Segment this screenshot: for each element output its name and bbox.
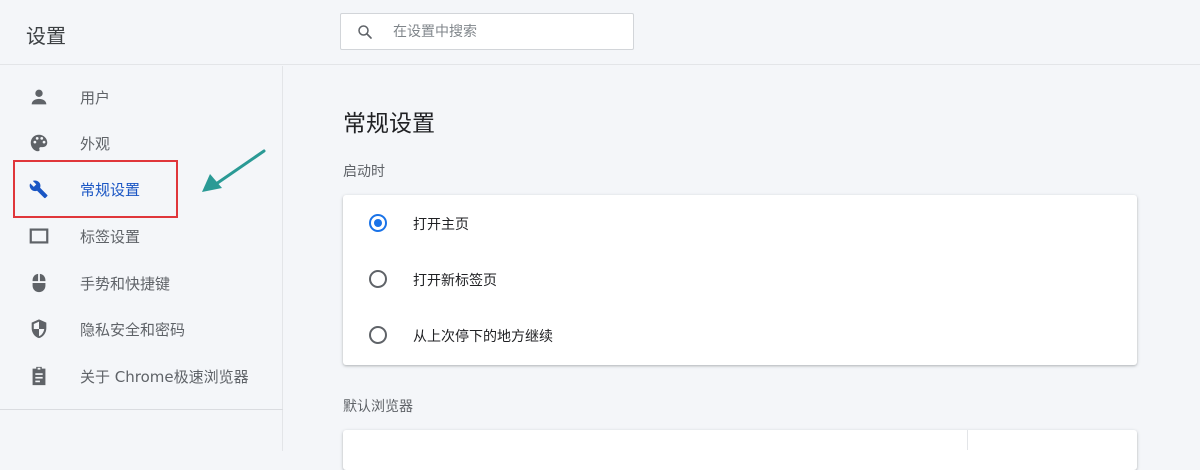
sidebar-item-appearance[interactable]: 外观	[0, 120, 283, 164]
startup-option-new-tab[interactable]: 打开新标签页	[343, 251, 1137, 307]
palette-icon	[30, 134, 48, 152]
wrench-icon	[29, 180, 48, 199]
radio-button[interactable]	[369, 326, 387, 344]
sidebar-item-about[interactable]: 关于 Chrome极速浏览器	[0, 353, 283, 397]
sidebar: 用户 外观 常规设置 标签设置 手势和快捷键 隐私安全和密码 关于 Chrome…	[0, 66, 283, 451]
section-title: 常规设置	[343, 111, 435, 137]
startup-option-homepage[interactable]: 打开主页	[343, 195, 1137, 251]
sidebar-item-label: 外观	[80, 135, 111, 153]
sidebar-item-label: 常规设置	[80, 181, 141, 199]
radio-label: 从上次停下的地方继续	[413, 329, 553, 345]
default-browser-card	[343, 430, 1137, 470]
sidebar-item-label: 隐私安全和密码	[80, 321, 186, 339]
sidebar-item-label: 手势和快捷键	[80, 275, 171, 293]
person-icon	[31, 89, 47, 105]
sidebar-item-label: 关于 Chrome极速浏览器	[80, 368, 249, 386]
tab-icon	[29, 228, 49, 244]
sidebar-item-general-settings[interactable]: 常规设置	[0, 166, 283, 210]
radio-label: 打开新标签页	[413, 273, 497, 289]
startup-section-label: 启动时	[343, 164, 385, 180]
sidebar-item-tab-settings[interactable]: 标签设置	[0, 213, 283, 257]
sidebar-divider	[0, 409, 283, 410]
main-content: 常规设置 启动时 打开主页 打开新标签页 从上次停下的地方继续 默认浏览器	[284, 66, 1200, 470]
sidebar-item-label: 用户	[80, 89, 111, 107]
clipboard-icon	[32, 366, 46, 386]
startup-option-continue[interactable]: 从上次停下的地方继续	[343, 307, 1137, 363]
sidebar-item-label: 标签设置	[80, 228, 141, 246]
shield-icon	[31, 319, 47, 339]
page-title: 设置	[26, 24, 66, 48]
card-divider	[967, 430, 968, 450]
search-input[interactable]	[393, 22, 623, 42]
radio-button[interactable]	[369, 270, 387, 288]
default-browser-section-label: 默认浏览器	[343, 399, 413, 415]
sidebar-item-people[interactable]: 用户	[0, 74, 283, 118]
radio-button-checked[interactable]	[369, 214, 387, 232]
radio-label: 打开主页	[413, 217, 469, 233]
mouse-icon	[32, 273, 46, 293]
search-icon	[358, 25, 372, 39]
header: 设置	[0, 0, 1200, 65]
sidebar-item-privacy[interactable]: 隐私安全和密码	[0, 306, 283, 350]
startup-options-card: 打开主页 打开新标签页 从上次停下的地方继续	[343, 195, 1137, 365]
sidebar-item-gestures-shortcuts[interactable]: 手势和快捷键	[0, 260, 283, 304]
search-box[interactable]	[340, 13, 634, 50]
